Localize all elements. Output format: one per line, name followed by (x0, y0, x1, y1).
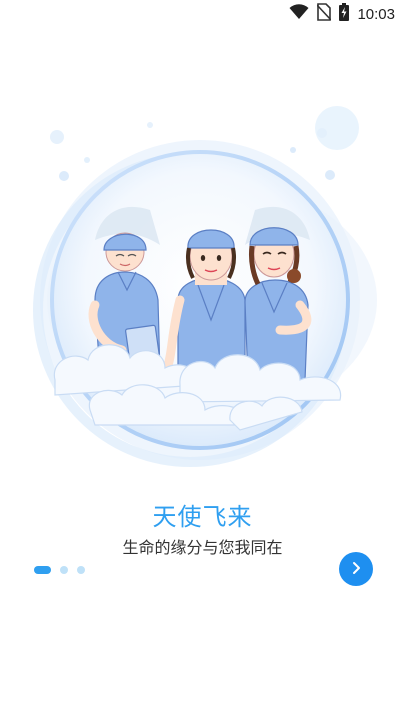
status-icons: 10:03 (289, 3, 395, 25)
onboarding-subtitle: 生命的缘分与您我同在 (122, 538, 283, 557)
battery-charging-icon (339, 3, 350, 25)
status-bar: 10:03 (0, 0, 405, 28)
chevron-right-icon (349, 560, 363, 579)
page-indicator (34, 566, 85, 574)
no-sim-icon (316, 3, 333, 25)
status-time: 10:03 (357, 5, 395, 23)
page-dot-1[interactable] (34, 566, 51, 574)
next-button[interactable] (339, 552, 373, 586)
wifi-icon (289, 4, 309, 24)
page-dot-2[interactable] (60, 566, 68, 574)
page-dot-3[interactable] (77, 566, 85, 574)
onboarding-title: 天使飞来 (152, 503, 253, 531)
hero-illustration (0, 95, 405, 495)
